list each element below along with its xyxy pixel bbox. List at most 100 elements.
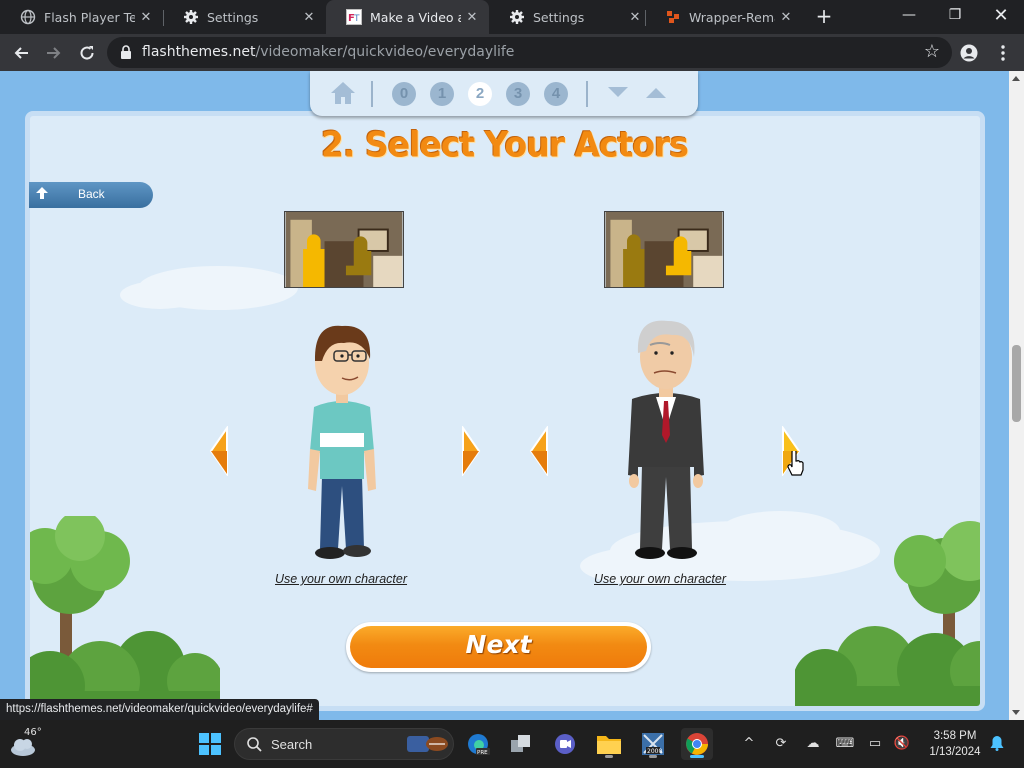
back-nav-button[interactable] bbox=[6, 38, 36, 68]
cloud-weather-icon bbox=[11, 739, 35, 756]
trees-right bbox=[795, 521, 980, 706]
video-maker-stage bbox=[25, 111, 985, 711]
actor-1-scene-thumbnail bbox=[284, 211, 404, 288]
address-bar[interactable]: flashthemes.net/videomaker/quickvideo/ev… bbox=[107, 37, 952, 68]
more-vert-icon bbox=[1001, 45, 1005, 61]
actor-1-next-arrow[interactable] bbox=[459, 426, 483, 476]
chevron-up-icon[interactable] bbox=[646, 88, 666, 98]
tab-wrapper-remastered[interactable]: Wrapper-Remaste ✕ bbox=[645, 0, 803, 34]
back-button[interactable]: Back bbox=[29, 182, 153, 208]
scroll-up-arrow[interactable] bbox=[1012, 76, 1020, 81]
tab-title: Settings bbox=[533, 9, 585, 25]
url-host: flashthemes.net bbox=[142, 44, 256, 60]
lock-icon bbox=[121, 45, 131, 59]
chrome-icon bbox=[686, 733, 708, 755]
step-navigator: 0 1 2 3 4 bbox=[310, 71, 698, 116]
sync-icon[interactable]: ⟳ bbox=[772, 734, 790, 752]
page-title: 2. Select Your Actors bbox=[321, 124, 689, 165]
reload-button[interactable] bbox=[72, 38, 102, 68]
taskbar-teams-chat[interactable] bbox=[549, 728, 581, 760]
teams-chat-icon bbox=[555, 734, 575, 754]
tab-settings-2[interactable]: Settings ✕ bbox=[489, 0, 652, 34]
tab-flash-player-test[interactable]: Flash Player Test ✕ bbox=[0, 0, 163, 34]
close-icon[interactable]: ✕ bbox=[775, 10, 797, 25]
weather-widget[interactable]: 46° bbox=[10, 727, 42, 759]
actor-1-prev-arrow[interactable] bbox=[207, 426, 231, 476]
tab-settings-1[interactable]: Settings ✕ bbox=[163, 0, 326, 34]
running-indicator bbox=[649, 755, 657, 758]
scroll-down-arrow[interactable] bbox=[1012, 710, 1020, 715]
gear-icon bbox=[509, 9, 525, 25]
actor-2-character[interactable] bbox=[624, 317, 709, 562]
url-path: /videomaker/quickvideo/everydaylife bbox=[255, 44, 515, 60]
minimize-button[interactable]: — bbox=[886, 0, 932, 30]
taskbar-wrapper2000[interactable]: 2000 bbox=[637, 728, 669, 760]
profile-icon bbox=[960, 44, 978, 62]
home-icon[interactable] bbox=[330, 81, 356, 105]
divider bbox=[371, 81, 373, 107]
taskbar-chrome[interactable] bbox=[681, 728, 713, 760]
flashthemes-icon: FT bbox=[346, 9, 362, 25]
close-window-button[interactable]: ✕ bbox=[978, 0, 1024, 30]
back-arrow-icon bbox=[36, 187, 48, 199]
page-scrollbar[interactable] bbox=[1009, 71, 1024, 720]
taskbar-file-explorer[interactable] bbox=[593, 728, 625, 760]
keyboard-icon[interactable]: ⌨ bbox=[836, 734, 855, 752]
step-1[interactable]: 1 bbox=[430, 82, 454, 106]
url-text: flashthemes.net/videomaker/quickvideo/ev… bbox=[142, 44, 514, 60]
step-0[interactable]: 0 bbox=[392, 82, 416, 106]
restore-button[interactable]: ❐ bbox=[932, 0, 978, 30]
use-own-character-link-2[interactable]: Use your own character bbox=[594, 572, 726, 586]
step-4[interactable]: 4 bbox=[544, 82, 568, 106]
taskbar-task-view[interactable] bbox=[505, 728, 537, 760]
close-icon[interactable]: ✕ bbox=[135, 10, 157, 25]
taskbar-clock[interactable]: 3:58 PM 1/13/2024 bbox=[920, 728, 990, 760]
temperature: 46° bbox=[24, 727, 42, 738]
trees-left bbox=[30, 516, 220, 706]
reload-icon bbox=[80, 46, 94, 60]
tab-strip: Flash Player Test ✕ Settings ✕ FT Make a… bbox=[0, 0, 1024, 34]
gear-icon bbox=[183, 9, 199, 25]
bookmark-star-icon[interactable]: ☆ bbox=[924, 41, 940, 62]
status-bar-url: https://flashthemes.net/videomaker/quick… bbox=[0, 699, 319, 720]
chevron-down-icon[interactable] bbox=[608, 87, 628, 97]
use-own-character-link-1[interactable]: Use your own character bbox=[275, 572, 407, 586]
profile-button[interactable] bbox=[954, 38, 984, 68]
network-icon[interactable]: ▭ bbox=[866, 734, 884, 752]
step-3[interactable]: 3 bbox=[506, 82, 530, 106]
onedrive-offline-icon[interactable]: ☁ bbox=[804, 734, 822, 752]
arrow-right-icon bbox=[47, 47, 61, 59]
actor-2-scene-thumbnail bbox=[604, 211, 724, 288]
new-tab-button[interactable]: + bbox=[812, 5, 836, 29]
active-indicator bbox=[690, 755, 704, 758]
actor-2-prev-arrow[interactable] bbox=[527, 426, 551, 476]
tab-title: Make a Video abo bbox=[370, 9, 461, 25]
close-icon[interactable]: ✕ bbox=[298, 10, 320, 25]
next-button-face: Next bbox=[350, 626, 647, 668]
taskbar-edge-preview[interactable]: PRE bbox=[462, 728, 494, 760]
tab-make-a-video[interactable]: FT Make a Video abo ✕ bbox=[326, 0, 489, 34]
divider bbox=[586, 81, 588, 107]
back-button-label: Back bbox=[78, 187, 105, 201]
notification-bell-icon[interactable] bbox=[988, 734, 1006, 752]
clock-time: 3:58 PM bbox=[933, 730, 977, 742]
menu-button[interactable] bbox=[988, 38, 1018, 68]
actor-1-character[interactable] bbox=[300, 321, 385, 561]
scrollbar-thumb[interactable] bbox=[1012, 345, 1021, 422]
next-button[interactable]: Next bbox=[346, 622, 651, 672]
globe-icon bbox=[20, 9, 36, 25]
arrow-left-icon bbox=[14, 47, 28, 59]
taskbar-search[interactable]: Search bbox=[234, 728, 454, 760]
forward-nav-button[interactable] bbox=[39, 38, 69, 68]
search-highlight-icon bbox=[407, 736, 448, 752]
tab-title: Settings bbox=[207, 9, 259, 25]
close-icon[interactable]: ✕ bbox=[461, 10, 483, 25]
hand-cursor-icon bbox=[787, 451, 804, 476]
close-icon[interactable]: ✕ bbox=[624, 10, 646, 25]
clock-date: 1/13/2024 bbox=[929, 746, 981, 758]
show-hidden-icons-chevron-up-icon[interactable]: ^ bbox=[740, 734, 758, 752]
volume-muted-icon[interactable]: 🔇 bbox=[893, 734, 911, 752]
step-2-current[interactable]: 2 bbox=[468, 82, 492, 106]
folder-icon bbox=[597, 736, 621, 754]
start-button[interactable] bbox=[194, 728, 226, 760]
